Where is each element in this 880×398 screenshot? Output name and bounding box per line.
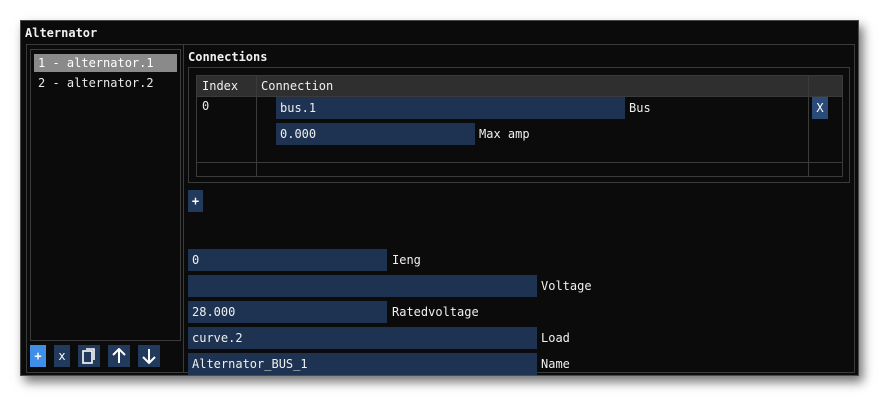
name-label: Name: [541, 357, 570, 371]
column-header-index: Index: [202, 79, 239, 93]
bus-label: Bus: [629, 101, 651, 115]
load-field[interactable]: curve.2: [188, 327, 537, 349]
delete-connection-button[interactable]: X: [812, 97, 828, 119]
close-icon: x: [58, 349, 66, 363]
plus-icon: +: [191, 194, 200, 208]
ieng-field[interactable]: 0: [188, 249, 387, 271]
max-amp-label: Max amp: [479, 127, 530, 141]
copy-item-button[interactable]: [78, 345, 100, 367]
row-divider: [197, 162, 842, 163]
window-title: Alternator: [25, 26, 98, 40]
list-item-alternator-2[interactable]: 2 - alternator.2: [34, 74, 177, 92]
column-divider: [256, 76, 257, 176]
row-index: 0: [202, 99, 210, 113]
alternator-details-panel: Connections Index Connection 0 bus.1 Bus…: [183, 44, 855, 375]
bus-field[interactable]: bus.1: [276, 97, 625, 119]
ieng-label: Ieng: [392, 253, 421, 267]
ratedvoltage-field[interactable]: 28.000: [188, 301, 387, 323]
connections-table: Index Connection 0 bus.1 Bus 0.000 Max a…: [196, 75, 843, 177]
plus-icon: +: [34, 349, 42, 363]
table-header: Index Connection: [197, 76, 842, 96]
alternator-window: Alternator 1 - alternator.1 2 - alternat…: [20, 20, 859, 376]
column-header-connection: Connection: [261, 79, 334, 93]
connections-heading: Connections: [188, 50, 268, 64]
column-divider: [808, 76, 809, 176]
max-amp-field[interactable]: 0.000: [276, 123, 475, 145]
close-icon: X: [816, 101, 824, 115]
add-connection-button[interactable]: +: [188, 190, 203, 212]
add-item-button[interactable]: +: [30, 345, 46, 367]
remove-item-button[interactable]: x: [54, 345, 70, 367]
voltage-label: Voltage: [541, 279, 592, 293]
name-field[interactable]: Alternator_BUS_1: [188, 353, 537, 375]
alternator-list-panel: 1 - alternator.1 2 - alternator.2 + x: [26, 44, 184, 373]
arrow-down-icon: [142, 349, 156, 364]
move-down-button[interactable]: [138, 345, 160, 367]
load-label: Load: [541, 331, 570, 345]
voltage-field[interactable]: [188, 275, 537, 297]
ratedvoltage-label: Ratedvoltage: [392, 305, 479, 319]
move-up-button[interactable]: [108, 345, 130, 367]
arrow-up-icon: [112, 348, 126, 363]
connections-group: Index Connection 0 bus.1 Bus 0.000 Max a…: [188, 67, 850, 183]
copy-icon: [82, 348, 95, 364]
list-item-alternator-1[interactable]: 1 - alternator.1: [34, 54, 177, 72]
alternator-list[interactable]: 1 - alternator.1 2 - alternator.2: [30, 49, 181, 341]
list-toolbar: + x: [30, 345, 182, 369]
